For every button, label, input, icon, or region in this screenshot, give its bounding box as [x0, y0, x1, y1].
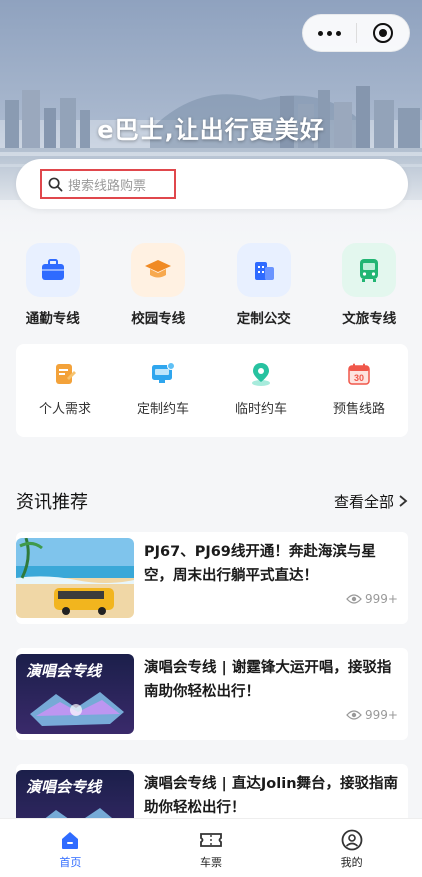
- category-tourism-tile: [342, 243, 397, 297]
- news-thumbnail-beach-bus: [16, 538, 134, 618]
- category-custom-bus[interactable]: 定制公交: [211, 243, 317, 327]
- category-grid: 通勤专线 校园专线 定制公交 文旅专线: [0, 243, 422, 327]
- news-title: PJ67、PJ69线开通！奔赴海滨与星空，周末出行躺平式直达！: [144, 544, 376, 584]
- category-campus-tile: [131, 243, 186, 297]
- service-label: 定制约车: [136, 402, 189, 417]
- category-label: 文旅专线: [342, 311, 397, 327]
- category-label: 通勤专线: [25, 311, 80, 327]
- news-item[interactable]: 演唱会专线 演唱会专线 | 谢霆锋大运开唱，接驳指南助你轻松出行！ 999+: [16, 648, 408, 740]
- tab-label: 首页: [59, 856, 82, 869]
- svg-text:演唱会专线: 演唱会专线: [26, 778, 103, 796]
- category-commute[interactable]: 通勤专线: [0, 243, 106, 327]
- news-title: 演唱会专线 | 直达Jolin舞台，接驳指南助你轻松出行！: [144, 776, 399, 816]
- eye-icon: [346, 594, 362, 604]
- calendar-30-icon: 30: [345, 360, 373, 388]
- home-icon: [62, 832, 79, 849]
- category-custom-bus-tile: [236, 243, 291, 297]
- svg-text:30: 30: [354, 373, 364, 383]
- location-pin-icon: [247, 360, 275, 388]
- view-count: 999+: [346, 708, 398, 722]
- tab-tickets[interactable]: 车票: [141, 819, 282, 877]
- service-presale-route[interactable]: 30 预售线路: [310, 360, 408, 437]
- ticket-icon: [200, 833, 222, 847]
- view-count-value: 999+: [365, 708, 398, 722]
- mini-program-capsule: [302, 14, 410, 52]
- service-custom-car[interactable]: 定制约车: [114, 360, 212, 437]
- note-icon: [51, 360, 79, 388]
- hero-slogan: e巴士,让出行更美好: [97, 116, 325, 144]
- svg-text:演唱会专线: 演唱会专线: [26, 662, 103, 680]
- monitor-car-icon: [149, 360, 177, 388]
- category-label: 定制公交: [236, 311, 291, 327]
- chevron-right-icon: [399, 495, 408, 507]
- category-campus[interactable]: 校园专线: [106, 243, 212, 327]
- service-card: 个人需求 定制约车 临时约车 30 预售线路: [16, 344, 408, 437]
- profile-icon: [341, 829, 363, 851]
- search-bar[interactable]: 搜索线路购票: [16, 159, 408, 209]
- tab-profile[interactable]: 我的: [281, 819, 422, 877]
- news-thumbnail-concert: 演唱会专线: [16, 654, 134, 734]
- service-label: 临时约车: [234, 402, 287, 417]
- view-count: 999+: [346, 592, 398, 606]
- close-mini-program-button[interactable]: [357, 15, 410, 51]
- search-input[interactable]: 搜索线路购票: [40, 169, 176, 199]
- category-tourism[interactable]: 文旅专线: [317, 243, 422, 327]
- service-temporary-car[interactable]: 临时约车: [212, 360, 310, 437]
- tab-home[interactable]: 首页: [0, 819, 141, 877]
- more-menu-button[interactable]: [303, 15, 356, 51]
- category-label: 校园专线: [131, 311, 186, 327]
- news-item[interactable]: PJ67、PJ69线开通！奔赴海滨与星空，周末出行躺平式直达！ 999+: [16, 532, 408, 624]
- search-icon: [48, 177, 63, 191]
- more-dots-icon: [317, 30, 341, 36]
- graduation-cap-icon: [145, 260, 172, 278]
- bus-icon: [360, 259, 379, 282]
- service-personal-request[interactable]: 个人需求: [16, 360, 114, 437]
- news-title: 演唱会专线 | 谢霆锋大运开唱，接驳指南助你轻松出行！: [144, 660, 392, 700]
- service-label: 个人需求: [38, 402, 91, 417]
- news-section-header: 资讯推荐 查看全部: [16, 488, 408, 514]
- search-placeholder: 搜索线路购票: [68, 178, 147, 194]
- service-label: 预售线路: [332, 402, 385, 417]
- view-count-value: 999+: [365, 592, 398, 606]
- briefcase-icon: [41, 259, 64, 280]
- tab-label: 车票: [200, 856, 222, 869]
- view-all-label: 查看全部: [333, 492, 394, 511]
- building-icon: [254, 262, 274, 280]
- view-all-link[interactable]: 查看全部: [334, 491, 408, 512]
- tab-label: 我的: [340, 856, 363, 869]
- bottom-tab-bar: 首页 车票 我的: [0, 818, 422, 877]
- category-commute-tile: [25, 243, 80, 297]
- news-section-title: 资讯推荐: [16, 492, 88, 513]
- eye-icon: [346, 710, 362, 720]
- target-circle-icon: [372, 23, 393, 43]
